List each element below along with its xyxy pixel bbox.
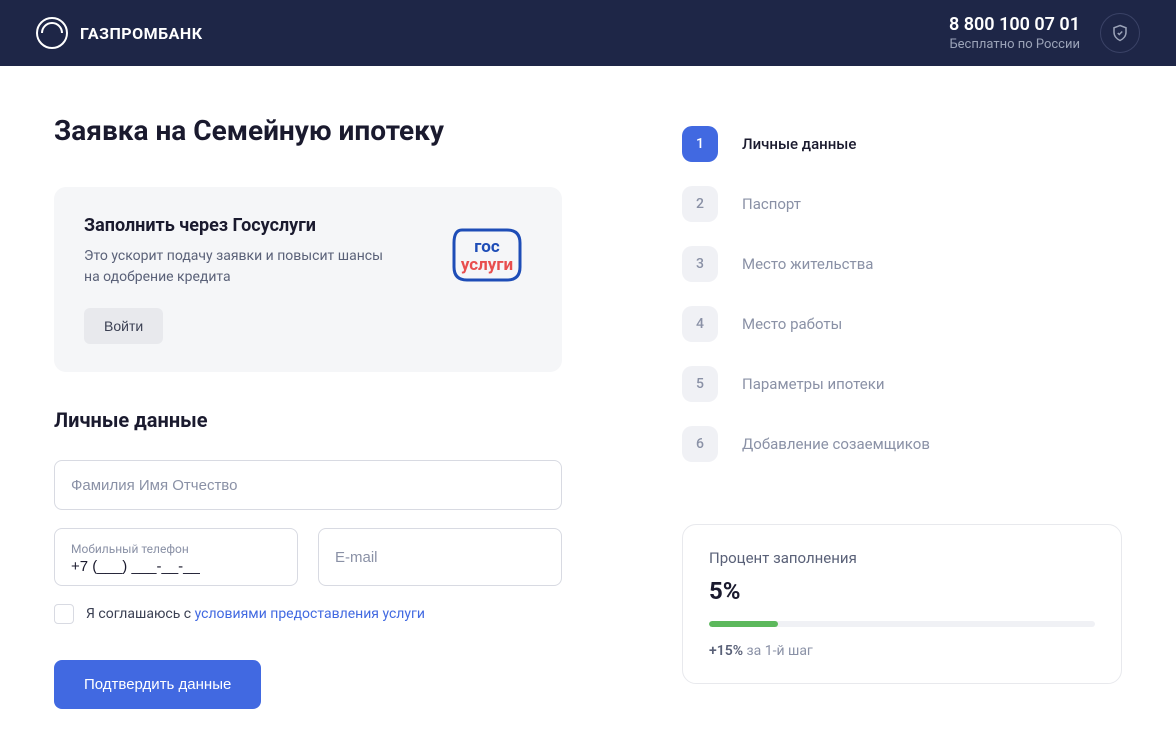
phone-number[interactable]: 8 800 100 07 01 [949, 14, 1080, 35]
progress-hint-bold: +15% [709, 643, 743, 659]
progress-value: 5% [709, 577, 1095, 605]
step-number: 1 [682, 126, 718, 162]
shield-icon [1111, 24, 1129, 42]
consent-checkbox[interactable] [54, 604, 74, 624]
gosuslugi-content: Заполнить через Госуслуги Это ускорит по… [84, 215, 442, 344]
phone-label: Мобильный телефон [71, 542, 281, 556]
phone-wrap: Мобильный телефон [54, 528, 298, 586]
step-label: Личные данные [742, 135, 856, 153]
progress-hint: +15% за 1-й шаг [709, 643, 1095, 659]
step-item-2[interactable]: 2 Паспорт [682, 174, 1122, 234]
shield-button[interactable] [1100, 13, 1140, 53]
submit-button[interactable]: Подтвердить данные [54, 660, 261, 709]
gosuslugi-card: Заполнить через Госуслуги Это ускорит по… [54, 187, 562, 372]
step-label: Параметры ипотеки [742, 375, 885, 393]
progress-card: Процент заполнения 5% +15% за 1-й шаг [682, 524, 1122, 684]
section-title: Личные данные [54, 408, 562, 432]
progress-bar [709, 621, 1095, 627]
brand-name: ГАЗПРОМБАНК [80, 24, 203, 43]
step-item-5[interactable]: 5 Параметры ипотеки [682, 354, 1122, 414]
consent-link[interactable]: условиями предоставления услуги [195, 606, 425, 622]
consent-label: Я соглашаюсь с условиями предоставления … [86, 606, 425, 622]
svg-text:гос: гос [474, 237, 500, 257]
consent-row: Я соглашаюсь с условиями предоставления … [54, 604, 562, 624]
phone-block: 8 800 100 07 01 Бесплатно по России [949, 14, 1080, 52]
email-input[interactable] [318, 528, 562, 586]
header-right: 8 800 100 07 01 Бесплатно по России [949, 13, 1140, 53]
progress-fill [709, 621, 778, 627]
phone-input[interactable] [71, 558, 281, 575]
step-item-1[interactable]: 1 Личные данные [682, 114, 1122, 174]
consent-prefix: Я соглашаюсь с [86, 606, 195, 622]
brand-logo[interactable]: ГАЗПРОМБАНК [36, 17, 203, 49]
form-column: Заявка на Семейную ипотеку Заполнить чер… [54, 114, 562, 709]
page-title: Заявка на Семейную ипотеку [54, 114, 562, 147]
email-wrap [318, 528, 562, 586]
progress-title: Процент заполнения [709, 549, 1095, 567]
gosuslugi-login-button[interactable]: Войти [84, 308, 163, 344]
step-item-4[interactable]: 4 Место работы [682, 294, 1122, 354]
step-number: 4 [682, 306, 718, 342]
svg-text:услуги: услуги [461, 255, 513, 275]
gosuslugi-title: Заполнить через Госуслуги [84, 215, 442, 236]
step-label: Паспорт [742, 195, 801, 213]
step-item-6[interactable]: 6 Добавление созаемщиков [682, 414, 1122, 474]
progress-hint-rest: за 1-й шаг [743, 643, 813, 659]
header: ГАЗПРОМБАНК 8 800 100 07 01 Бесплатно по… [0, 0, 1176, 66]
main-container: Заявка на Семейную ипотеку Заполнить чер… [18, 66, 1158, 749]
phone-subtext: Бесплатно по России [949, 37, 1080, 52]
step-number: 2 [682, 186, 718, 222]
step-label: Добавление созаемщиков [742, 435, 930, 453]
sidebar-column: 1 Личные данные 2 Паспорт 3 Место жительства 4… [682, 114, 1122, 709]
step-item-3[interactable]: 3 Место жительства [682, 234, 1122, 294]
phone-field-container[interactable]: Мобильный телефон [54, 528, 298, 586]
gosuslugi-desc: Это ускорит подачу заявки и повысит шанс… [84, 246, 394, 288]
step-number: 6 [682, 426, 718, 462]
fio-input[interactable] [54, 460, 562, 510]
step-number: 5 [682, 366, 718, 402]
step-number: 3 [682, 246, 718, 282]
step-label: Место жительства [742, 255, 873, 273]
steps-list: 1 Личные данные 2 Паспорт 3 Место жительства 4… [682, 114, 1122, 474]
fio-row [54, 460, 562, 510]
gosuslugi-icon: гос услуги [442, 215, 532, 295]
step-label: Место работы [742, 315, 842, 333]
phone-email-row: Мобильный телефон [54, 528, 562, 586]
gosuslugi-logo: гос услуги [442, 215, 532, 295]
logo-icon [36, 17, 68, 49]
